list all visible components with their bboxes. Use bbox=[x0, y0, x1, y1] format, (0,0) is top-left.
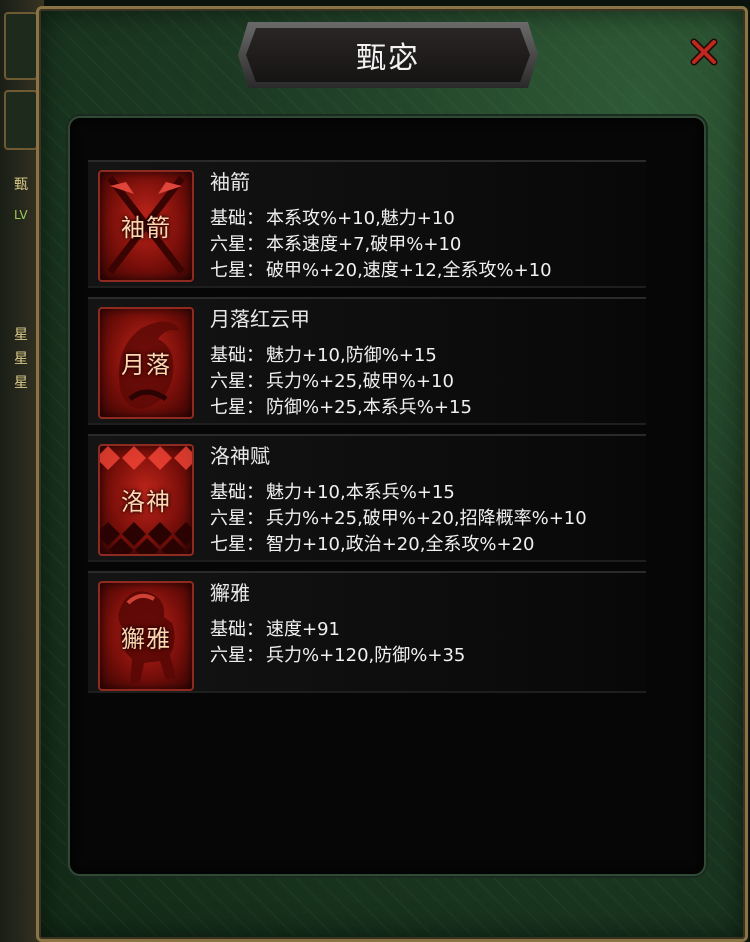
background-text: 星 bbox=[14, 351, 28, 367]
treasure-name: 月落红云甲 bbox=[210, 307, 310, 331]
treasure-list-panel: 袖箭 袖箭 基础： 本系攻%+10,魅力+10 六星： 本系速度+7,破甲%+10 … bbox=[68, 116, 706, 876]
treasure-list: 袖箭 袖箭 基础： 本系攻%+10,魅力+10 六星： 本系速度+7,破甲%+10 … bbox=[88, 160, 650, 702]
stat-line-seven-star: 七星： 破甲%+20,速度+12,全系攻%+10 bbox=[210, 260, 552, 281]
treasure-icon-text: 洛神 bbox=[121, 488, 171, 516]
background-text: 星 bbox=[14, 327, 28, 343]
treasure-icon: 袖箭 bbox=[98, 170, 194, 282]
treasure-name: 袖箭 bbox=[210, 170, 250, 194]
stat-line-seven-star: 七星： 防御%+25,本系兵%+15 bbox=[210, 397, 472, 418]
treasure-card[interactable]: 袖箭 袖箭 基础： 本系攻%+10,魅力+10 六星： 本系速度+7,破甲%+10 … bbox=[88, 160, 646, 288]
treasure-name: 獬雅 bbox=[210, 581, 250, 605]
stat-line-six-star: 六星： 本系速度+7,破甲%+10 bbox=[210, 234, 462, 255]
treasure-icon: 洛神 bbox=[98, 444, 194, 556]
close-button[interactable] bbox=[686, 34, 722, 70]
treasure-icon-text: 獬雅 bbox=[121, 625, 171, 653]
close-icon bbox=[690, 38, 718, 66]
stat-line-six-star: 六星： 兵力%+25,破甲%+20,招降概率%+10 bbox=[210, 508, 587, 529]
treasure-icon: 獬雅 bbox=[98, 581, 194, 691]
background-text: 甄 bbox=[14, 177, 28, 193]
stat-line-base: 基础： 速度+91 bbox=[210, 619, 340, 640]
title-plate: 甄宓 bbox=[238, 22, 538, 88]
treasure-card[interactable]: 月落 月落红云甲 基础： 魅力+10,防御%+15 六星： 兵力%+25,破甲%+1… bbox=[88, 297, 646, 425]
dialog-title: 甄宓 bbox=[246, 28, 530, 82]
stat-line-base: 基础： 魅力+10,防御%+15 bbox=[210, 345, 437, 366]
treasure-icon: 月落 bbox=[98, 307, 194, 419]
background-text: LV bbox=[14, 208, 28, 222]
background-tab-2 bbox=[4, 90, 38, 150]
stat-line-six-star: 六星： 兵力%+25,破甲%+10 bbox=[210, 371, 454, 392]
background-text: 星 bbox=[14, 375, 28, 391]
stat-line-base: 基础： 本系攻%+10,魅力+10 bbox=[210, 208, 455, 229]
treasure-card[interactable]: 洛神 洛神赋 基础： 魅力+10,本系兵%+15 六星： 兵力%+25,破甲%+20… bbox=[88, 434, 646, 562]
stat-line-base: 基础： 魅力+10,本系兵%+15 bbox=[210, 482, 455, 503]
treasure-card[interactable]: 獬雅 獬雅 基础： 速度+91 六星： 兵力%+120,防御%+35 bbox=[88, 571, 646, 693]
stat-line-six-star: 六星： 兵力%+120,防御%+35 bbox=[210, 645, 466, 666]
treasure-name: 洛神赋 bbox=[210, 444, 270, 468]
treasure-icon-text: 月落 bbox=[121, 351, 171, 379]
stat-line-seven-star: 七星： 智力+10,政治+20,全系攻%+20 bbox=[210, 534, 535, 555]
background-tab-1 bbox=[4, 12, 38, 80]
treasure-icon-text: 袖箭 bbox=[121, 214, 171, 242]
